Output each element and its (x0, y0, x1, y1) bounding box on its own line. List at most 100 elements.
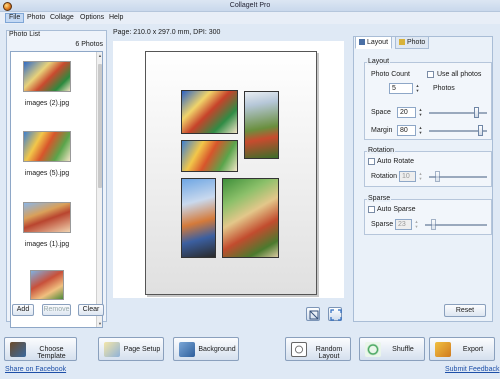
random-layout-icon (291, 342, 307, 357)
rotation-stepper[interactable]: ▲ ▼ (418, 171, 423, 182)
add-photo-button[interactable]: Add (12, 304, 34, 316)
photo-list-title: Photo List (9, 31, 41, 38)
photo-thumbnail (23, 61, 71, 92)
reset-button[interactable]: Reset (444, 304, 486, 317)
collage-photo[interactable] (244, 91, 279, 159)
shuffle-label: Shuffle (392, 346, 414, 353)
menu-help[interactable]: Help (106, 13, 126, 23)
submit-feedback-link[interactable]: Submit Feedback (445, 366, 499, 373)
menu-collage[interactable]: Collage (47, 13, 77, 23)
layout-group: Layout Photo Count Use all photos 5 ▲ ▼ P… (364, 58, 492, 140)
random-layout-button[interactable]: Random Layout (285, 337, 351, 361)
tab-layout-label: Layout (367, 39, 389, 46)
settings-panel: Layout Photo Layout Photo Count Use all … (353, 36, 493, 322)
photo-list-panel: Photo List 6 Photos images (2).jpg image… (6, 30, 107, 328)
collage-page[interactable] (145, 51, 317, 295)
collage-photo[interactable] (181, 90, 238, 134)
use-all-photos-label: Use all photos (437, 71, 482, 78)
background-button[interactable]: Background (173, 337, 239, 361)
photo-thumbnail (30, 270, 64, 300)
auto-rotate-checkbox[interactable] (368, 158, 375, 165)
random-layout-label: Random Layout (315, 346, 343, 360)
menu-file[interactable]: File (5, 13, 25, 23)
sparse-group-title: Sparse (367, 195, 392, 202)
photo-list[interactable]: images (2).jpg images (5).jpg images (1)… (10, 51, 103, 328)
sparse-field[interactable]: 23 (395, 219, 412, 230)
photo-count-label: Photo Count (371, 71, 410, 78)
window-title: CollageIt Pro (229, 2, 271, 9)
expand-button[interactable] (328, 307, 342, 321)
export-icon (435, 342, 451, 357)
template-icon (10, 342, 26, 357)
expand-icon (330, 309, 342, 321)
auto-sparse-checkbox[interactable] (368, 206, 375, 213)
photo-list-scrollbar[interactable]: ▲ ▼ (96, 52, 102, 327)
space-slider-handle[interactable] (474, 107, 480, 118)
rotation-group: Rotation Auto Rotate Rotation 10 ▲ ▼ (364, 147, 492, 187)
rotation-group-title: Rotation (367, 147, 396, 154)
photo-filename: images (2).jpg (24, 100, 70, 107)
fit-page-icon (309, 310, 319, 320)
auto-sparse-label: Auto Sparse (377, 206, 416, 213)
page-setup-label: Page Setup (123, 346, 161, 353)
choose-template-label: Choose Template (37, 346, 66, 360)
background-label: Background (198, 346, 236, 353)
space-label: Space (371, 109, 391, 116)
collage-photo[interactable] (222, 178, 279, 258)
remove-photo-button[interactable]: Remove (42, 304, 71, 316)
layout-icon (359, 39, 365, 46)
photo-filename: images (5).jpg (24, 170, 70, 177)
choose-template-button[interactable]: Choose Template (4, 337, 77, 361)
list-item[interactable]: images (1).jpg (21, 202, 73, 248)
collage-photo[interactable] (181, 178, 216, 258)
photo-icon (399, 39, 405, 46)
export-button[interactable]: Export (429, 337, 495, 361)
rotation-field[interactable]: 10 (399, 171, 416, 182)
sparse-slider-handle[interactable] (431, 219, 436, 230)
export-label: Export (462, 346, 484, 353)
margin-stepper[interactable]: ▲ ▼ (418, 125, 423, 136)
tab-photo[interactable]: Photo (395, 36, 430, 49)
clear-photos-button[interactable]: Clear (78, 304, 104, 316)
photo-count: 6 Photos (75, 41, 103, 48)
tab-layout[interactable]: Layout (355, 36, 393, 49)
menu-photo[interactable]: Photo (24, 13, 48, 23)
rotation-label: Rotation (371, 173, 398, 180)
photo-count-stepper[interactable]: ▲ ▼ (415, 83, 420, 94)
menu-options[interactable]: Options (77, 13, 107, 23)
page-setup-button[interactable]: Page Setup (98, 337, 164, 361)
shuffle-button[interactable]: Shuffle (359, 337, 425, 361)
list-item[interactable] (21, 270, 73, 308)
space-stepper[interactable]: ▲ ▼ (418, 107, 423, 118)
margin-field[interactable]: 80 (397, 125, 416, 136)
page-info: Page: 210.0 x 297.0 mm, DPI: 300 (113, 29, 221, 36)
use-all-photos-checkbox[interactable] (427, 71, 434, 78)
title-bar: CollageIt Pro (0, 0, 500, 12)
fit-page-button[interactable] (306, 307, 320, 321)
list-item[interactable]: images (5).jpg (21, 131, 73, 177)
layout-group-title: Layout (367, 58, 391, 65)
space-field[interactable]: 20 (397, 107, 416, 118)
sparse-group: Sparse Auto Sparse Sparse 23 ▲ ▼ (364, 195, 492, 235)
photo-count-field[interactable]: 5 (389, 83, 413, 94)
scroll-up-icon[interactable]: ▲ (97, 53, 102, 58)
share-facebook-link[interactable]: Share on Facebook (5, 366, 66, 373)
photo-thumbnail (23, 131, 71, 162)
list-item[interactable]: images (2).jpg (21, 61, 73, 107)
rotation-slider-handle[interactable] (435, 171, 440, 182)
menu-bar: File Photo Collage Options Help (0, 12, 500, 24)
margin-label: Margin (371, 127, 393, 134)
page-setup-icon (104, 342, 120, 357)
scrollbar-thumb[interactable] (98, 64, 102, 188)
photo-filename: images (1).jpg (24, 241, 70, 248)
collage-photo[interactable] (181, 140, 238, 172)
scroll-down-icon[interactable]: ▼ (97, 321, 102, 326)
tab-photo-label: Photo (407, 39, 426, 46)
background-icon (179, 342, 195, 357)
sparse-stepper[interactable]: ▲ ▼ (414, 219, 419, 230)
margin-slider-handle[interactable] (477, 125, 483, 136)
photos-unit-label: Photos (433, 85, 455, 92)
sparse-label: Sparse (371, 221, 394, 228)
shuffle-icon (365, 342, 381, 357)
collage-canvas[interactable] (113, 41, 344, 298)
